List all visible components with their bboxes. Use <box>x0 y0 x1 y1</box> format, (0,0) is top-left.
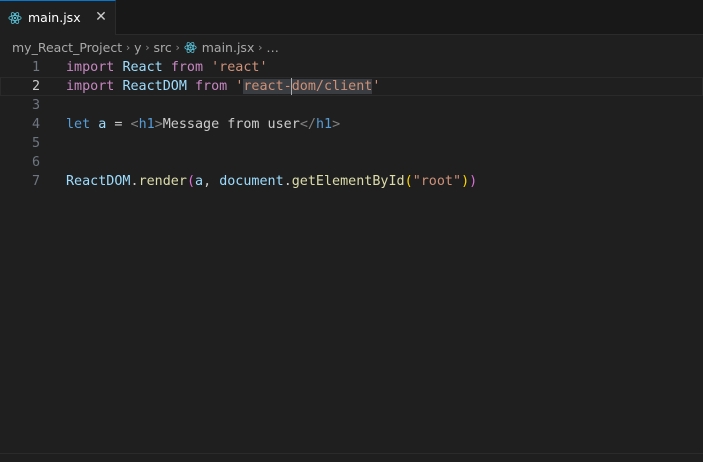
code-token: ( <box>404 174 413 189</box>
code-token: Message from user <box>162 117 300 132</box>
chevron-right-icon: › <box>125 40 131 54</box>
breadcrumb-item-file[interactable]: main.jsx <box>184 39 255 55</box>
line-number: 1 <box>31 60 40 75</box>
code-token: < <box>130 117 139 132</box>
code-token: h1 <box>138 117 155 132</box>
react-icon <box>184 41 197 53</box>
divider <box>0 453 703 454</box>
line-text: let a = <h1>Message from user</h1> <box>66 115 340 134</box>
code-area[interactable]: 1 import React from 'react' 2 import ReactD… <box>0 58 703 191</box>
react-icon <box>8 12 22 24</box>
line-number: 5 <box>31 136 40 151</box>
code-token: ) <box>469 174 478 189</box>
code-token: from <box>195 79 228 94</box>
code-token: a <box>195 174 204 189</box>
code-token: dom/client <box>291 79 373 94</box>
code-token: , <box>203 174 220 189</box>
code-token: . <box>283 174 292 189</box>
breadcrumb: my_React_Project › y › src › main.jsx › … <box>12 38 279 56</box>
breadcrumb-item-y[interactable]: y <box>134 40 141 55</box>
tab-label: main.jsx <box>28 10 81 25</box>
code-line[interactable]: 7 ReactDOM.render(a, document.getElementB… <box>0 172 703 191</box>
code-token: React <box>122 60 163 75</box>
line-number: 7 <box>31 174 40 189</box>
code-line[interactable]: 2 import ReactDOM from 'react-dom/client' <box>0 77 703 96</box>
chevron-right-icon: › <box>175 40 180 54</box>
breadcrumb-file-label: main.jsx <box>201 39 255 55</box>
close-icon[interactable]: ✕ <box>93 9 109 25</box>
code-editor-window: main.jsx ✕ my_React_Project › y › src › … <box>0 0 703 462</box>
line-number: 6 <box>31 155 40 170</box>
code-token: 'react' <box>211 60 268 75</box>
code-token: react- <box>243 79 292 94</box>
chevron-right-icon: › <box>258 40 263 54</box>
code-token: h1 <box>315 117 333 132</box>
code-token: ReactDOM <box>122 79 187 94</box>
tab-bar: main.jsx ✕ <box>0 0 703 35</box>
code-line[interactable]: 6 <box>0 153 703 172</box>
code-token: . <box>130 174 139 189</box>
code-token: "root" <box>412 174 462 189</box>
chevron-right-icon: › <box>145 40 150 54</box>
code-token: = <box>106 117 131 132</box>
code-line[interactable]: 5 <box>0 134 703 153</box>
code-token: ( <box>186 174 195 189</box>
code-token: ' <box>372 79 381 94</box>
code-line[interactable]: 1 import React from 'react' <box>0 58 703 77</box>
line-number: 4 <box>31 117 40 132</box>
line-text: ReactDOM.render(a, document.getElementBy… <box>66 172 477 191</box>
tab-main-jsx[interactable]: main.jsx ✕ <box>0 0 116 35</box>
code-token: getElementById <box>291 174 405 189</box>
breadcrumb-item-src[interactable]: src <box>154 40 172 55</box>
code-token: ) <box>461 174 470 189</box>
code-line[interactable]: 4 let a = <h1>Message from user</h1> <box>0 115 703 134</box>
code-token: document <box>219 174 284 189</box>
line-number: 2 <box>31 79 40 94</box>
code-token: render <box>138 174 187 189</box>
code-token: > <box>154 117 163 132</box>
line-text: import ReactDOM from 'react-dom/client' <box>66 77 380 96</box>
code-token: import <box>66 79 115 94</box>
code-token: </ <box>299 117 316 132</box>
code-token: import <box>66 60 115 75</box>
code-token: > <box>332 117 341 132</box>
code-token: ReactDOM <box>66 174 131 189</box>
code-token: from <box>170 60 204 75</box>
code-token: let <box>66 117 91 132</box>
code-line[interactable]: 3 <box>0 96 703 115</box>
line-number: 3 <box>31 98 40 113</box>
line-text: import React from 'react' <box>66 58 268 77</box>
breadcrumb-item-project[interactable]: my_React_Project <box>12 40 122 55</box>
breadcrumb-item-more[interactable]: … <box>266 40 279 55</box>
